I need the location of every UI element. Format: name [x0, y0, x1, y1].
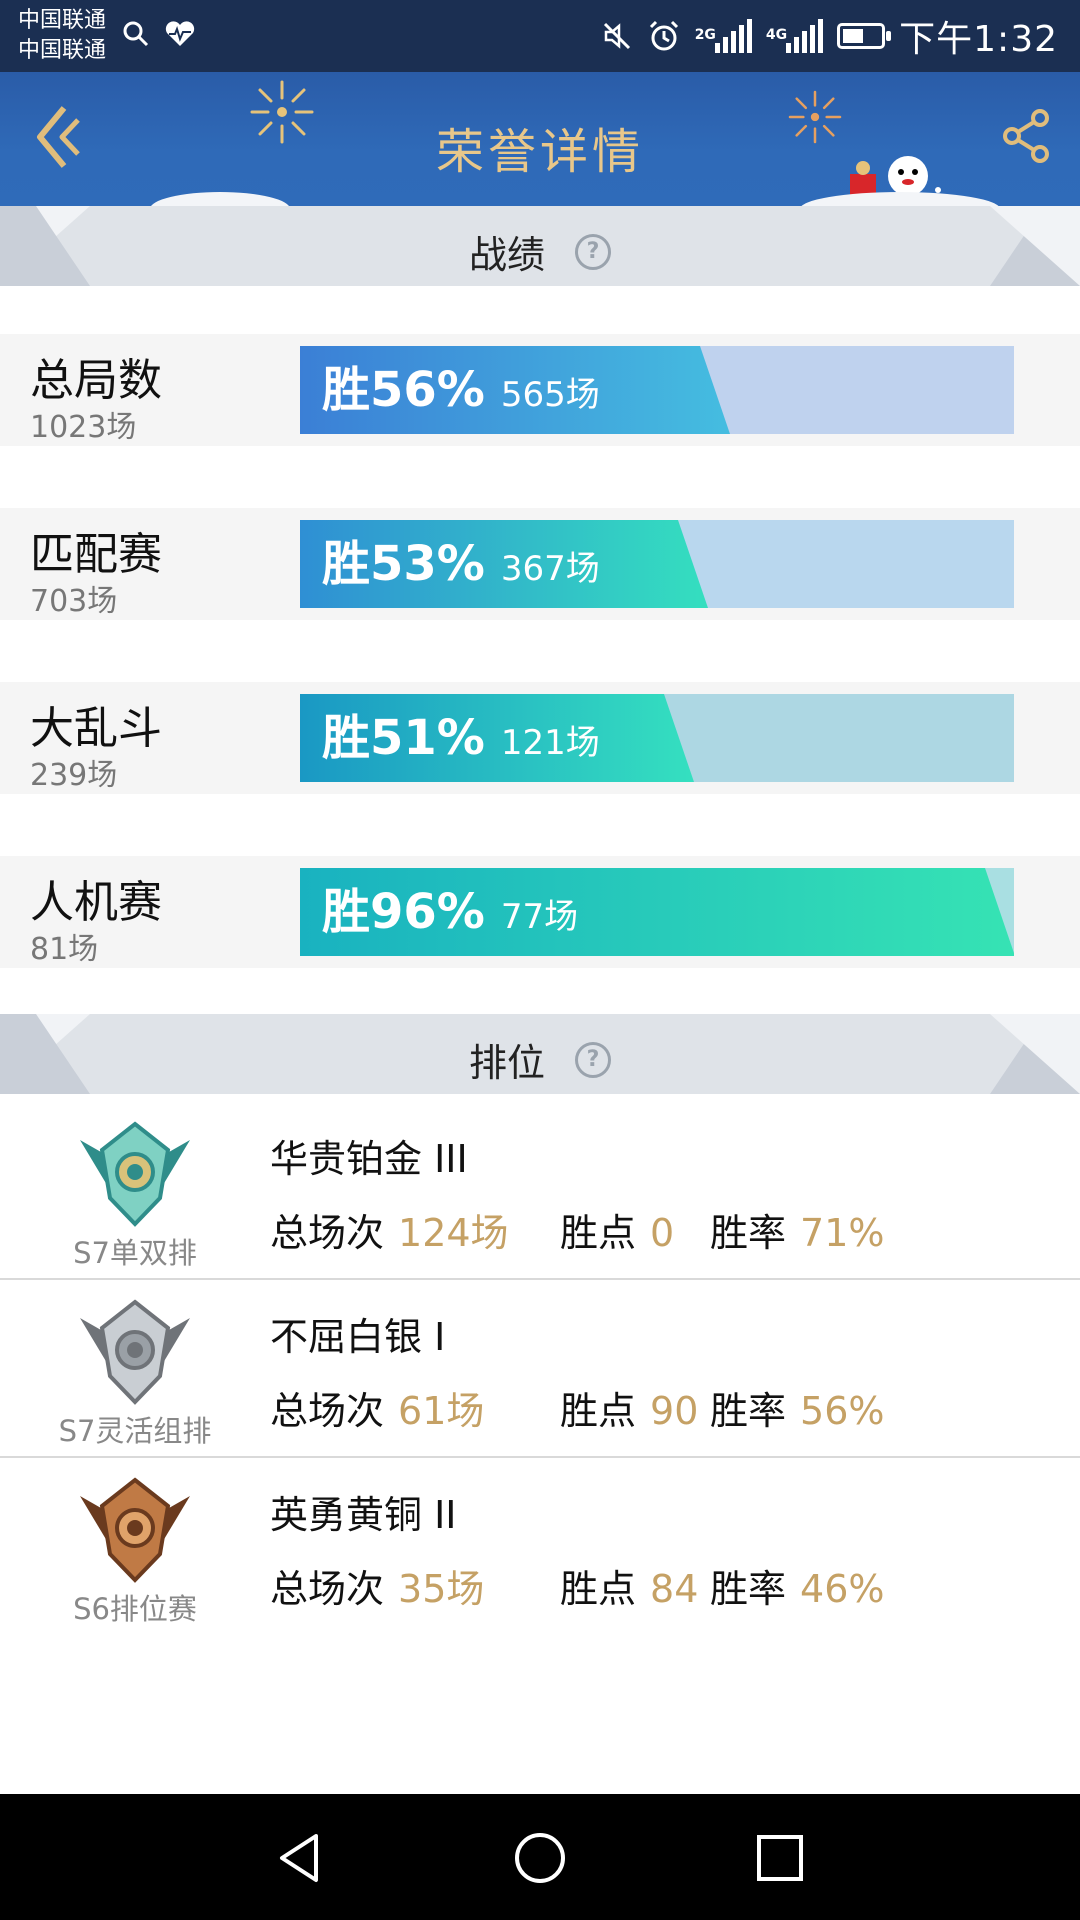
win-rate-percent: 胜51% [322, 710, 485, 766]
stat-total-games: 1023场 [30, 410, 137, 445]
win-rate-percent: 胜96% [322, 884, 485, 940]
signal-2g-icon: 2G [695, 19, 752, 53]
games-value: 124场 [398, 1211, 509, 1255]
games-value: 35场 [398, 1567, 485, 1611]
rank-section-header: 排位 ? [0, 1014, 1080, 1094]
rank-tier: 英勇黄铜 II [270, 1493, 457, 1537]
status-bar: 中国联通 中国联通 2G 4G 下午1:32 [0, 0, 1080, 72]
win-rate-bar: 胜51% 121场 [300, 694, 1014, 782]
rank-stats: 总场次 124场 胜点 0 胜率 71% [270, 1202, 884, 1257]
status-time: 下午1:32 [899, 19, 1058, 60]
rank-season: S7灵活组排 [58, 1414, 212, 1448]
stat-mode-name: 人机赛 [30, 877, 162, 928]
section-corner-right [990, 1014, 1080, 1094]
points-value: 90 [650, 1389, 699, 1433]
games-label: 总场次 [270, 1567, 385, 1611]
games-value: 61场 [398, 1389, 485, 1433]
carrier-1: 中国联通 [18, 8, 107, 33]
search-icon [123, 21, 149, 47]
rate-value: 56% [800, 1389, 885, 1433]
win-count: 77场 [500, 897, 579, 937]
rank-row[interactable]: S7单双排 华贵铂金 III 总场次 124场 胜点 0 胜率 71% [0, 1102, 1080, 1280]
rank-stats: 总场次 35场 胜点 84 胜率 46% [270, 1558, 884, 1613]
rank-tier: 华贵铂金 III [270, 1137, 468, 1181]
carrier-2: 中国联通 [18, 38, 107, 63]
points-value: 84 [650, 1567, 699, 1611]
rate-label: 胜率 [710, 1389, 787, 1433]
rank-section-title: 排位 [468, 1041, 545, 1085]
app-header: 荣誉详情 [0, 72, 1080, 206]
rate-label: 胜率 [710, 1567, 787, 1611]
network-2g-label: 2G [694, 27, 716, 43]
status-left-icons [122, 20, 196, 48]
bronze-emblem-icon [70, 1476, 200, 1586]
heart-rate-icon [165, 21, 195, 46]
share-button[interactable] [1000, 108, 1052, 164]
games-label: 总场次 [270, 1389, 385, 1433]
stat-total-games: 703场 [30, 584, 118, 619]
rank-row[interactable]: S7灵活组排 不屈白银 I 总场次 61场 胜点 90 胜率 56% [0, 1280, 1080, 1458]
win-rate-bar: 胜56% 565场 [300, 346, 1014, 434]
alarm-icon [649, 20, 678, 51]
win-rate-percent: 胜56% [322, 362, 485, 418]
stat-row: 匹配赛 703场 胜53% 367场 [0, 508, 1080, 620]
rank-tier: 不屈白银 I [270, 1315, 446, 1359]
status-right-icons: 2G 4G 下午1:32 [601, 10, 1058, 62]
points-label: 胜点 [560, 1211, 637, 1255]
page-title: 荣誉详情 [435, 124, 644, 180]
signal-4g-icon: 4G [765, 19, 824, 53]
section-corner-right [990, 206, 1080, 286]
stats-help-icon[interactable]: ? [575, 233, 612, 270]
stat-mode-name: 总局数 [30, 355, 162, 406]
stat-row: 大乱斗 239场 胜51% 121场 [0, 682, 1080, 794]
win-rate-text: 胜51% 121场 [322, 694, 600, 782]
system-nav-bar [0, 1794, 1080, 1920]
rate-value: 46% [800, 1567, 885, 1611]
snow-decoration-left [150, 192, 290, 206]
stats-section-header: 战绩 ? [0, 206, 1080, 286]
win-rate-text: 胜56% 565场 [322, 346, 600, 434]
network-4g-label: 4G [765, 27, 788, 43]
rate-label: 胜率 [710, 1211, 787, 1255]
rank-season: S6排位赛 [73, 1592, 197, 1626]
rank-stats: 总场次 61场 胜点 90 胜率 56% [270, 1380, 884, 1435]
nav-home-icon[interactable] [512, 1830, 568, 1886]
win-count: 121场 [500, 723, 600, 763]
win-rate-text: 胜96% 77场 [322, 868, 578, 956]
rank-row[interactable]: S6排位赛 英勇黄铜 II 总场次 35场 胜点 84 胜率 46% [0, 1458, 1080, 1636]
points-value: 0 [650, 1211, 675, 1255]
silver-emblem-icon [70, 1298, 200, 1408]
win-rate-text: 胜53% 367场 [322, 520, 600, 608]
stat-total-games: 239场 [30, 758, 118, 793]
mute-icon [603, 22, 630, 50]
win-rate-percent: 胜53% [322, 536, 485, 592]
rank-section-title-wrap: 排位 ? [0, 1032, 1080, 1087]
stat-total-games: 81场 [30, 932, 99, 967]
win-count: 565场 [500, 375, 600, 415]
win-count: 367场 [500, 549, 600, 589]
stat-row: 人机赛 81场 胜96% 77场 [0, 856, 1080, 968]
points-label: 胜点 [560, 1389, 637, 1433]
stat-mode-name: 大乱斗 [30, 703, 162, 754]
nav-recents-icon[interactable] [752, 1830, 808, 1886]
stat-mode-name: 匹配赛 [30, 529, 162, 580]
carrier-labels: 中国联通 中国联通 [18, 6, 106, 66]
rank-season: S7单双排 [73, 1236, 197, 1270]
platinum-emblem-icon [70, 1120, 200, 1230]
stat-row: 总局数 1023场 胜56% 565场 [0, 334, 1080, 446]
win-rate-bar: 胜53% 367场 [300, 520, 1014, 608]
games-label: 总场次 [270, 1211, 385, 1255]
rate-value: 71% [800, 1211, 885, 1255]
rank-help-icon[interactable]: ? [575, 1041, 612, 1078]
nav-back-icon[interactable] [272, 1830, 328, 1886]
stats-section-title-wrap: 战绩 ? [0, 224, 1080, 279]
win-rate-bar: 胜96% 77场 [300, 868, 1014, 956]
snow-decoration-right [800, 192, 1000, 206]
stats-section-title: 战绩 [468, 233, 545, 277]
battery-icon [837, 23, 892, 49]
points-label: 胜点 [560, 1567, 637, 1611]
